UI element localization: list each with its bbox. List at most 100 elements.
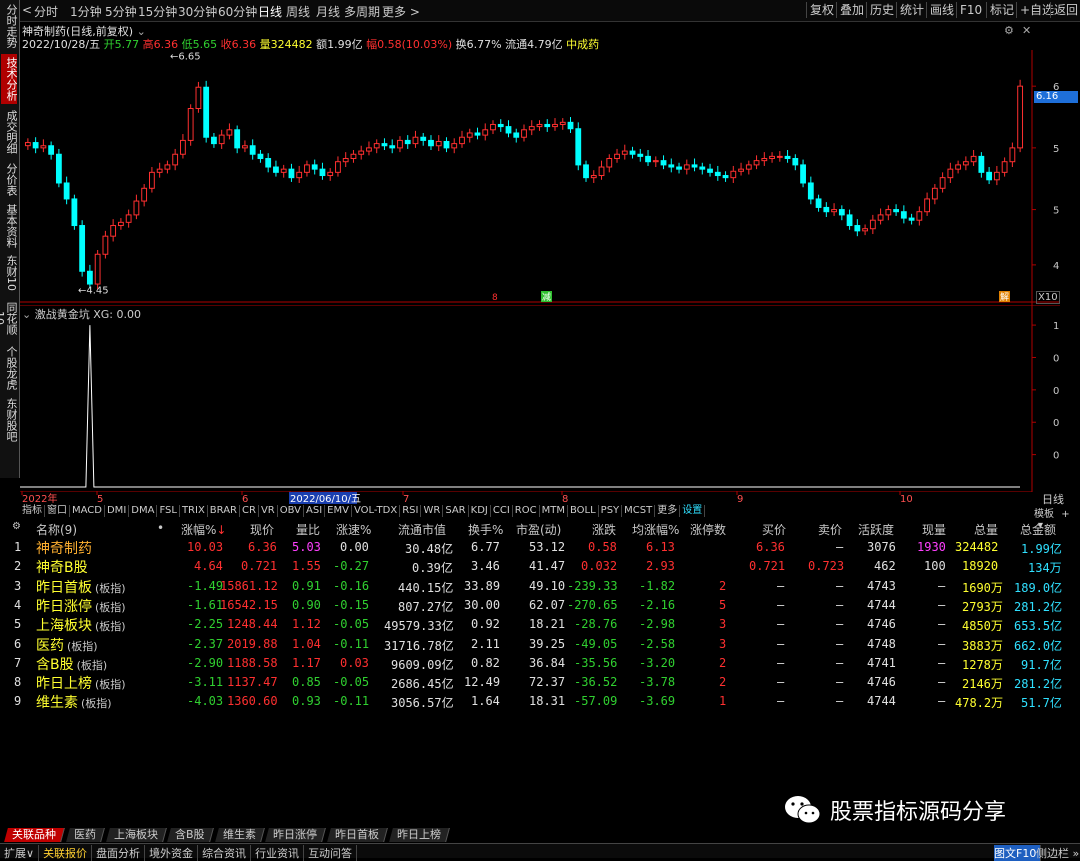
col-price[interactable]: 现价 [250,521,274,538]
col-float-cap[interactable]: 流通市值 [398,521,446,538]
candlestick-chart[interactable]: 6.365.785.204.68 ←6.65←4.458减解 [20,50,1060,305]
period-15min[interactable]: 15分钟 [138,3,177,20]
sidebar-tab-forum[interactable]: 东财股吧 [1,396,18,444]
period-timeshare[interactable]: 分时 [34,3,58,20]
period-30min[interactable]: 30分钟 [178,3,217,20]
table-row[interactable]: 9 维生素 (板指) -4.03 1360.60 0.93 -0.11 3056.57亿 1.6… [0,692,1080,711]
col-bid[interactable]: 买价 [762,521,786,538]
row-name[interactable]: 上海板块 (板指) [36,615,126,635]
sidebar-tab-eastmoney10[interactable]: 东财10 [1,254,18,292]
col-pe[interactable]: 市盈(动) [516,521,561,538]
indicator-tab[interactable]: MTM [540,505,568,517]
indicator-tab[interactable]: 窗口 [45,505,70,517]
sidebar-tab-ths10[interactable]: 同花顺10 [0,296,18,340]
event-marker[interactable]: 减 [542,291,551,303]
col-ask[interactable]: 卖价 [818,521,842,538]
related-tab[interactable]: 含B股 [167,828,214,842]
history-button[interactable]: 历史 [866,2,897,18]
sidebar-tab-timeshare[interactable]: 分时走势 [1,2,18,50]
indicator-tab[interactable]: CCI [491,505,513,517]
indicator-tab[interactable]: WR [421,505,444,517]
indicator-tab[interactable]: FSL [157,505,180,517]
indicator-tab[interactable]: 更多 [655,505,681,517]
table-row[interactable]: 7 含B股 (板指) -2.90 1188.58 1.17 0.03 9609.09亿 0.82… [0,654,1080,673]
related-tab[interactable]: 昨日首板 [327,828,388,842]
row-name[interactable]: 昨日上榜 (板指) [36,673,126,693]
col-activity[interactable]: 活跃度 [858,521,894,538]
indicator-tab[interactable]: EMV [325,505,352,517]
indicator-chart[interactable]: 1.00 0.80 0.60 0.40 0.20 [20,305,1060,492]
indicator-tab[interactable]: TRIX [180,505,208,517]
indicator-tab[interactable]: VR [259,505,278,517]
col-limit-up[interactable]: 涨停数 [690,521,726,538]
settings-icon[interactable]: ⚙ [1004,24,1014,37]
indicator-tab[interactable]: BOLL [568,505,599,517]
row-name[interactable]: 昨日涨停 (板指) [36,596,126,616]
indicator-tab[interactable]: KDJ [469,505,491,517]
sidebar-tab-trades[interactable]: 成交明细 [1,108,18,156]
status-item[interactable]: 行业资讯 [255,845,305,861]
period-1min[interactable]: 1分钟 [70,3,102,20]
col-amount[interactable]: 总金额 [1020,521,1056,538]
indicator-tab[interactable]: 设置 [680,505,706,517]
row-name[interactable]: 维生素 (板指) [36,692,112,712]
row-name[interactable]: 神奇B股 [36,557,88,577]
table-row[interactable]: 3 昨日首板 (板指) -1.49 15861.12 0.91 -0.16 440.15亿 33… [0,577,1080,596]
adjust-button[interactable]: 复权 [806,2,837,18]
period-60min[interactable]: 60分钟 [218,3,257,20]
row-name[interactable]: 医药 (板指) [36,635,98,655]
period-weekly[interactable]: 周线 [286,3,310,20]
indicator-tab[interactable]: ASI [304,505,326,517]
f10-status-button[interactable]: 图文F10 [994,845,1042,861]
table-row[interactable]: 4 昨日涨停 (板指) -1.61 16542.15 0.90 -0.15 807.27亿 30… [0,596,1080,615]
col-avg-change[interactable]: 均涨幅% [632,521,679,538]
status-item[interactable]: 综合资讯 [202,845,252,861]
indicator-tab[interactable]: MACD [70,505,105,517]
mark-button[interactable]: 标记 [986,2,1017,18]
indicator-tab[interactable]: CR [240,505,259,517]
table-row[interactable]: 6 医药 (板指) -2.37 2019.88 1.04 -0.11 31716.78亿 2.1… [0,635,1080,654]
settings-icon[interactable]: ⚙ [12,521,21,532]
col-change[interactable]: 涨跌 [592,521,616,538]
sidebar-tab-dragon-tiger[interactable]: 个股龙虎 [1,344,18,392]
period-daily[interactable]: 日线 [258,3,282,20]
related-tab[interactable]: 昨日上榜 [388,828,450,842]
related-tab[interactable]: 关联品种 [4,828,65,842]
related-tab[interactable]: 维生素 [214,828,265,842]
status-item[interactable]: 互动问答 [308,845,358,861]
status-item[interactable]: 关联报价 [43,845,93,861]
indicator-tab[interactable]: OBV [278,505,304,517]
related-tab[interactable]: 上海板块 [105,828,167,842]
back-button[interactable]: 返回 [1050,2,1080,18]
indicator-tab[interactable]: ROC [513,505,540,517]
sidebar-toggle[interactable]: 侧边栏 » [1036,845,1080,861]
sidebar-tab-price-table[interactable]: 分价表 [1,160,18,198]
period-more[interactable]: 更多 > [382,3,420,20]
indicator-tab[interactable]: DMI [105,505,130,517]
zoom-label[interactable]: X10 [1036,291,1060,304]
indicator-tab[interactable]: DMA [129,505,158,517]
period-multi[interactable]: 多周期 [344,3,380,20]
row-name[interactable]: 神奇制药 [36,538,92,558]
row-name[interactable]: 昨日首板 (板指) [36,577,126,597]
overlay-button[interactable]: 叠加 [836,2,867,18]
row-name[interactable]: 含B股 (板指) [36,654,107,674]
indicator-tab[interactable]: BRAR [208,505,240,517]
indicator-tab[interactable]: PSY [599,505,623,517]
draw-button[interactable]: 画线 [926,2,957,18]
sidebar-tab-profile[interactable]: 基本资料 [1,202,18,250]
table-row[interactable]: 2 神奇B股 4.64 0.721 1.55 -0.27 0.39亿 3.46 41.47 0.0… [0,557,1080,576]
col-turnover[interactable]: 换手% [468,521,503,538]
col-change-pct[interactable]: 涨幅%↓ [181,521,226,538]
indicator-tab[interactable]: 指标 [20,505,45,517]
f10-button[interactable]: F10 [956,2,985,18]
status-item[interactable]: 扩展∨ [4,845,40,861]
col-name[interactable]: 名称(9) [36,521,77,538]
sidebar-tab-technical[interactable]: 技术分析 [1,54,18,104]
col-speed[interactable]: 涨速% [336,521,371,538]
event-marker[interactable]: 解 [1000,291,1009,303]
period-monthly[interactable]: 月线 [316,3,340,20]
table-row[interactable]: 8 昨日上榜 (板指) -3.11 1137.47 0.85 -0.05 2686.45亿 12… [0,673,1080,692]
related-tab[interactable]: 医药 [65,828,105,842]
indicator-tab[interactable]: SAR [443,505,469,517]
